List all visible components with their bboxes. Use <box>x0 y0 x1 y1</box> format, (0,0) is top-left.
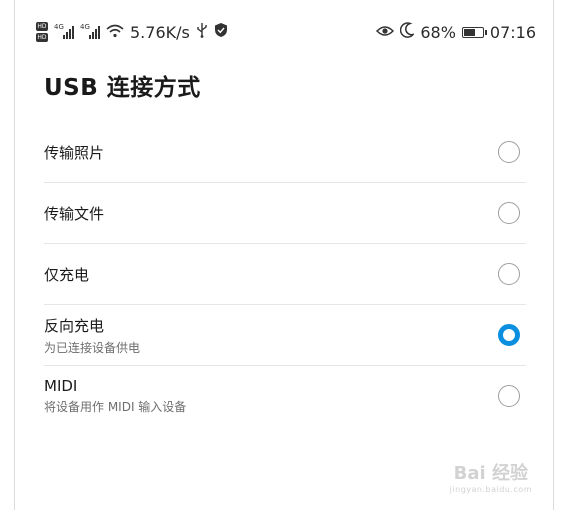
option-title: 反向充电 <box>44 316 105 335</box>
usb-mode-list: 传输照片 传输文件 仅充电 反向充电 为已连接设备供电 MIDI 将设备用作 M… <box>44 122 526 426</box>
net-speed: 5.76K/s <box>130 22 190 42</box>
option-reverse-charging[interactable]: 反向充电 为已连接设备供电 <box>44 305 526 366</box>
watermark-logo: Bai 经验 <box>453 463 528 484</box>
option-title: 传输照片 <box>44 143 105 162</box>
radio-button[interactable] <box>498 202 520 224</box>
radio-button[interactable] <box>498 141 520 163</box>
status-bar: HD HD 4G 4G 5.76K/s 68% 07:16 <box>36 18 536 46</box>
page-title: USB 连接方式 <box>44 75 201 101</box>
option-title: MIDI <box>44 377 78 395</box>
watermark-url: jingyan.baidu.com <box>449 485 532 494</box>
option-transfer-photos[interactable]: 传输照片 <box>44 122 526 183</box>
option-transfer-files[interactable]: 传输文件 <box>44 183 526 244</box>
eye-comfort-icon <box>376 23 395 42</box>
option-subtitle: 将设备用作 MIDI 输入设备 <box>44 400 187 414</box>
radio-button[interactable] <box>498 385 520 407</box>
hd-badge: HD <box>36 22 48 31</box>
option-charge-only[interactable]: 仅充电 <box>44 244 526 305</box>
clock: 07:16 <box>489 22 536 42</box>
baidu-watermark: Bai 经验 jingyan.baidu.com <box>450 459 532 494</box>
wifi-icon <box>106 23 124 42</box>
option-title: 仅充电 <box>44 265 90 284</box>
usb-icon <box>196 22 208 42</box>
battery-percent: 68% <box>420 22 456 42</box>
option-title: 传输文件 <box>44 204 105 223</box>
moon-icon <box>400 22 416 42</box>
shield-icon <box>214 22 228 42</box>
battery-icon <box>461 26 487 38</box>
radio-button-selected[interactable] <box>498 324 520 346</box>
hd-badge: HD <box>36 33 48 42</box>
signal-icon: 4G <box>54 23 74 39</box>
hd-badges: HD HD <box>36 22 48 42</box>
option-subtitle: 为已连接设备供电 <box>44 340 141 355</box>
signal-icon: 4G <box>80 23 100 39</box>
option-midi[interactable]: MIDI 将设备用作 MIDI 输入设备 <box>44 366 526 426</box>
radio-button[interactable] <box>498 263 520 285</box>
